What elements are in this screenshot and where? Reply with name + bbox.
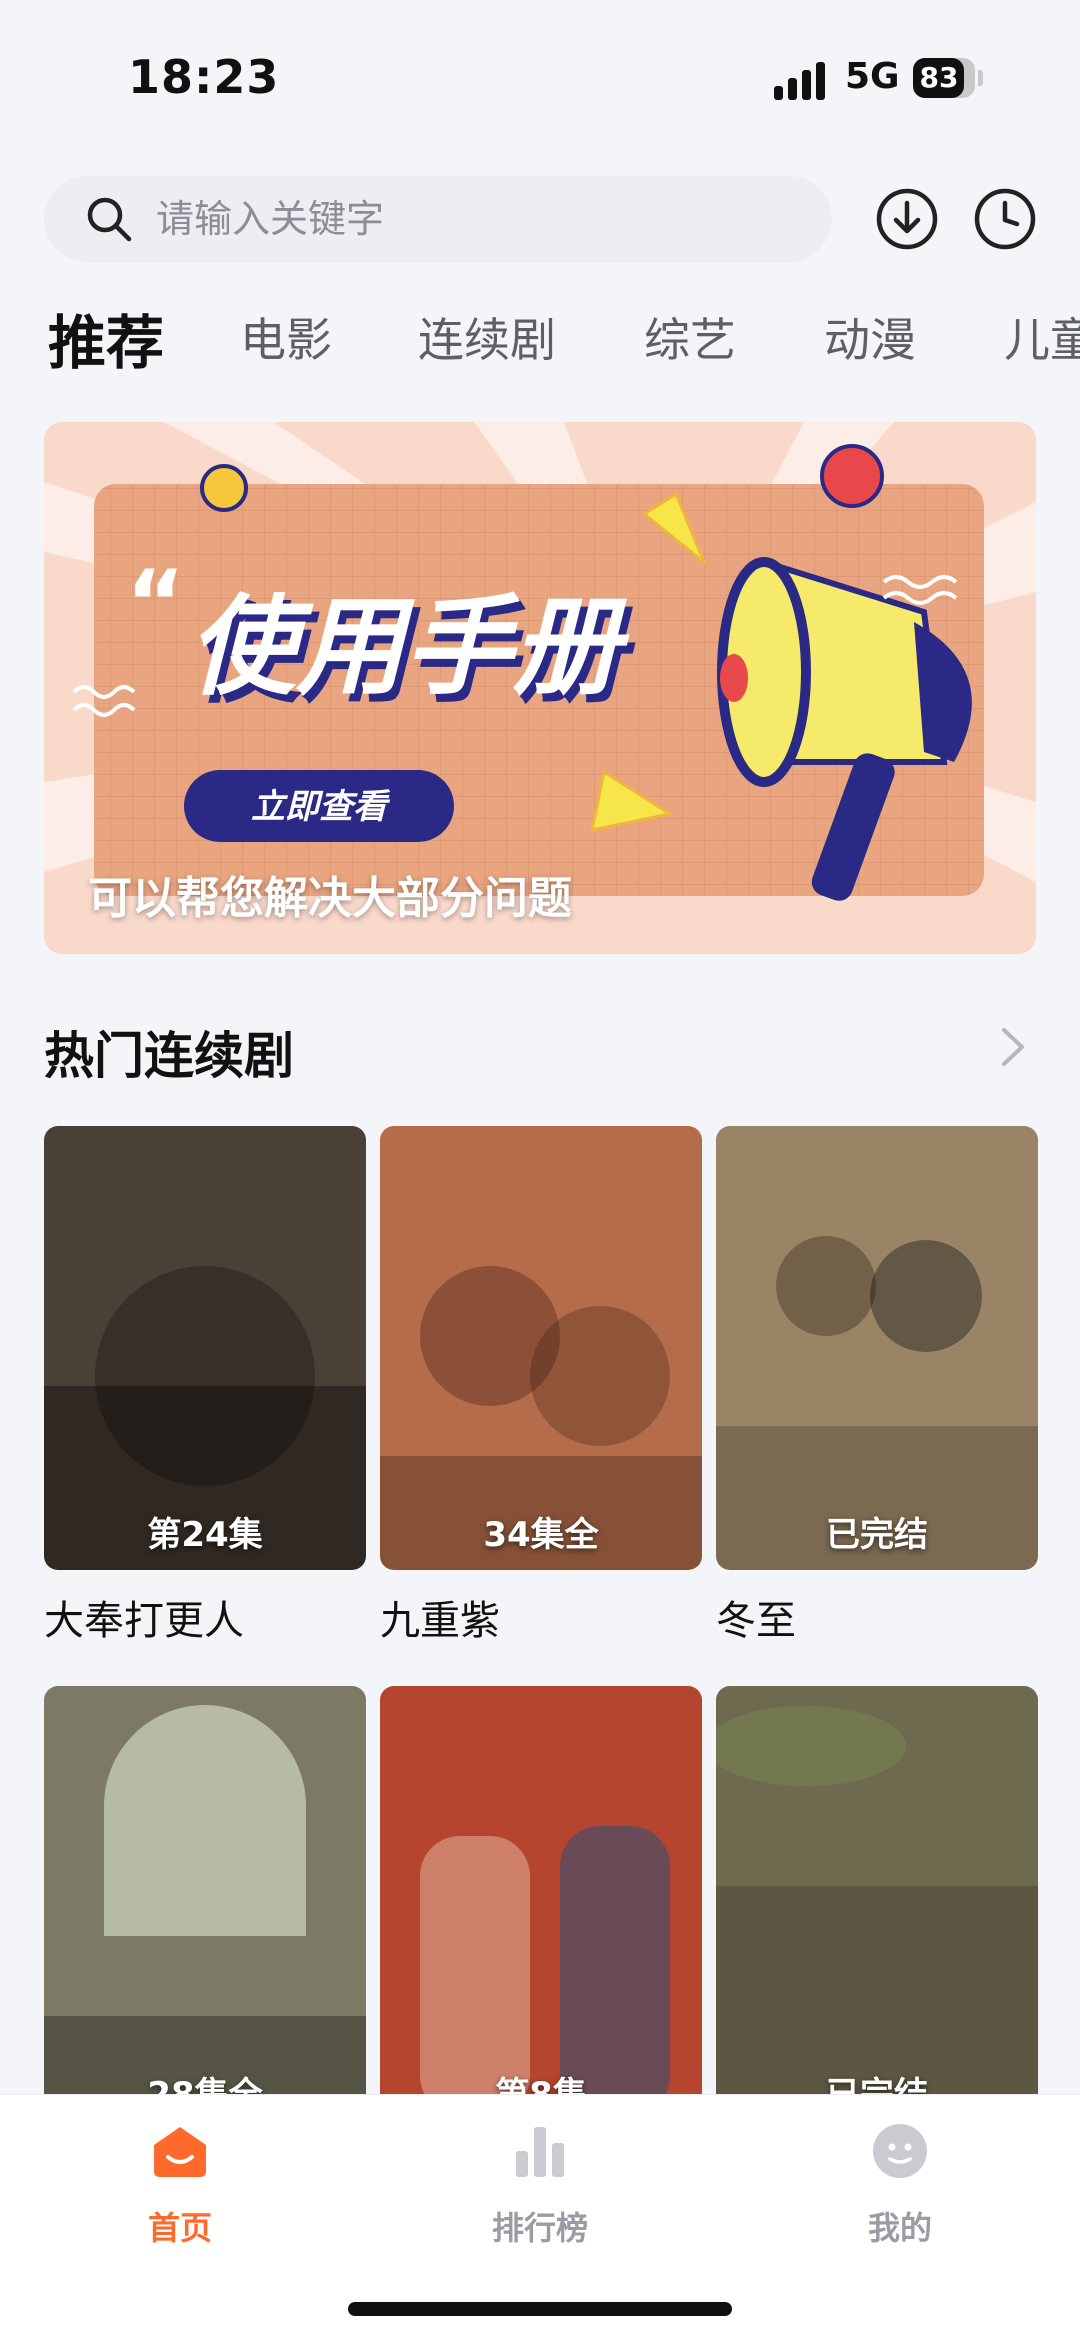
series-card[interactable]: 第8集 [380, 1686, 702, 2130]
series-card[interactable]: 28集全 [44, 1686, 366, 2130]
tab-anime[interactable]: 动漫 [824, 304, 916, 370]
battery-cap [978, 70, 983, 86]
network-type: 5G [845, 56, 900, 97]
tab-series[interactable]: 连续剧 [418, 304, 556, 370]
search-placeholder: 请输入关键字 [156, 197, 385, 241]
battery-percent: 83 [919, 61, 959, 94]
signal-icon [774, 62, 825, 100]
episode-badge: 34集全 [483, 1515, 599, 1555]
section-title-hot-series: 热门连续剧 [44, 1027, 294, 1085]
home-icon [154, 2127, 206, 2177]
series-card[interactable]: 第24集 [44, 1126, 366, 1570]
category-tabs: 推荐 电影 连续剧 综艺 动漫 儿童 [0, 290, 1080, 390]
nav-ranking-label: 排行榜 [491, 2209, 588, 2247]
tab-kids[interactable]: 儿童 [1004, 304, 1080, 370]
episode-badge: 已完结 [826, 1515, 928, 1555]
home-indicator [348, 2302, 732, 2316]
banner-headline: 使用手册 [188, 585, 630, 710]
promo-banner[interactable]: “ 使用手册 使用手册 立即查看 可以帮您解决大部分问题 [44, 422, 1036, 954]
nav-home-label: 首页 [147, 2209, 212, 2247]
poster-image [716, 1126, 1038, 1570]
status-bar: 18:23 5G 83 [0, 0, 1080, 160]
search-icon [87, 197, 132, 242]
episode-badge: 第24集 [147, 1515, 263, 1555]
nav-profile[interactable]: 我的 [810, 2121, 990, 2251]
banner-button-label: 立即查看 [251, 787, 391, 827]
series-card[interactable]: 34集全 [380, 1126, 702, 1570]
nav-profile-label: 我的 [867, 2209, 932, 2247]
battery-icon: 83 [913, 58, 975, 98]
nav-ranking[interactable]: 排行榜 [450, 2121, 630, 2251]
series-title[interactable]: 冬至 [716, 1588, 796, 1646]
svg-text:“: “ [126, 551, 185, 656]
chevron-right-icon[interactable] [996, 1022, 1030, 1072]
series-title[interactable]: 九重紫 [380, 1588, 500, 1646]
download-icon[interactable] [874, 186, 940, 252]
poster-image [716, 1686, 1038, 2130]
poster-image [380, 1686, 702, 2130]
tab-recommend[interactable]: 推荐 [48, 296, 164, 380]
nav-home[interactable]: 首页 [90, 2121, 270, 2251]
ranking-icon [516, 2127, 564, 2177]
tab-variety[interactable]: 综艺 [644, 304, 736, 370]
status-time: 18:23 [128, 50, 280, 104]
search-input[interactable]: 请输入关键字 [44, 176, 832, 262]
poster-image [44, 1686, 366, 2130]
tab-movies[interactable]: 电影 [240, 304, 332, 370]
banner-caption: 可以帮您解决大部分问题 [88, 873, 572, 924]
series-card[interactable]: 已完结 [716, 1686, 1038, 2130]
series-title[interactable]: 大奉打更人 [44, 1588, 244, 1646]
series-card[interactable]: 已完结 [716, 1126, 1038, 1570]
poster-image [44, 1126, 366, 1570]
poster-image [380, 1126, 702, 1570]
profile-icon [873, 2124, 927, 2178]
history-icon[interactable] [972, 186, 1038, 252]
